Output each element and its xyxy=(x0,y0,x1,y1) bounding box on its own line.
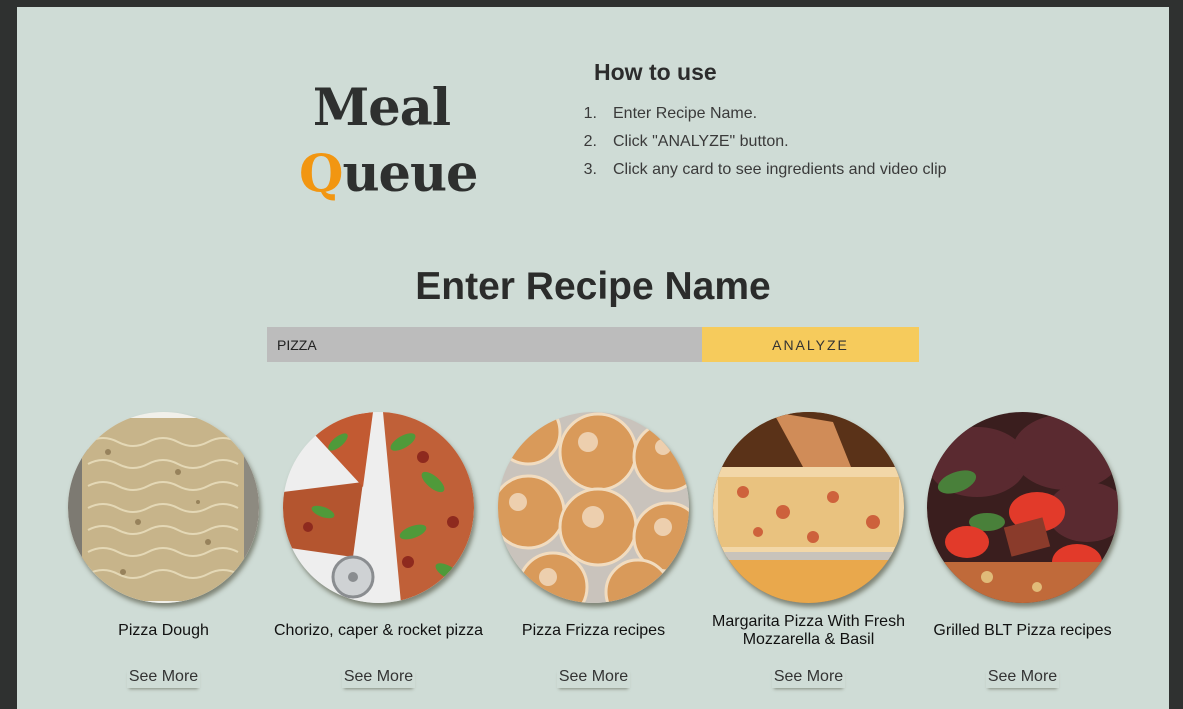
see-more-label[interactable]: See More xyxy=(986,668,1059,688)
recipe-card[interactable]: Pizza Frizza recipes See More xyxy=(486,412,701,685)
logo-line2: Queue xyxy=(299,141,479,207)
recipe-name-input[interactable] xyxy=(267,327,702,362)
recipe-image[interactable] xyxy=(283,412,474,603)
recipe-title: Pizza Dough xyxy=(118,622,209,639)
recipe-card[interactable]: Margarita Pizza With Fresh Mozzarella & … xyxy=(701,412,916,685)
step-text: Click "ANALYZE" button. xyxy=(613,133,789,150)
how-to-use: How to use 1. Enter Recipe Name. 2. Click … xyxy=(573,59,947,184)
see-more-link[interactable]: See More xyxy=(486,668,701,688)
how-to-step: 2. Click "ANALYZE" button. xyxy=(573,128,947,156)
see-more-link[interactable]: See More xyxy=(271,668,486,688)
see-more-label[interactable]: See More xyxy=(342,668,415,688)
recipe-image[interactable] xyxy=(713,412,904,603)
recipe-card[interactable]: Grilled BLT Pizza recipes See More xyxy=(915,412,1130,685)
logo: Meal Queue xyxy=(299,75,479,207)
recipe-title: Pizza Frizza recipes xyxy=(521,622,666,639)
step-text: Enter Recipe Name. xyxy=(613,105,758,122)
recipe-card[interactable]: Pizza Dough See More xyxy=(56,412,271,685)
recipe-card[interactable]: Chorizo, caper & rocket pizza See More xyxy=(271,412,486,685)
recipe-title: Chorizo, caper & rocket pizza xyxy=(274,622,483,639)
logo-q-letter: Q xyxy=(299,144,343,204)
page: Meal Queue How to use 1. Enter Recipe Nam… xyxy=(17,7,1169,709)
logo-line2-rest: ueue xyxy=(342,144,478,204)
search-title: Enter Recipe Name xyxy=(415,265,771,308)
how-to-step: 3. Click any card to see ingredients and … xyxy=(573,156,947,184)
analyze-button[interactable]: ANALYZE xyxy=(702,327,919,362)
step-text: Click any card to see ingredients and vi… xyxy=(613,161,947,178)
recipe-image[interactable] xyxy=(498,412,689,603)
see-more-link[interactable]: See More xyxy=(701,668,916,688)
see-more-link[interactable]: See More xyxy=(915,668,1130,688)
how-to-step: 1. Enter Recipe Name. xyxy=(573,100,947,128)
see-more-label[interactable]: See More xyxy=(127,668,200,688)
see-more-label[interactable]: See More xyxy=(772,668,845,688)
see-more-link[interactable]: See More xyxy=(56,668,271,688)
recipe-title: Margarita Pizza With Fresh Mozzarella & … xyxy=(712,613,905,648)
recipe-image[interactable] xyxy=(68,412,259,603)
recipe-title: Grilled BLT Pizza recipes xyxy=(933,622,1112,639)
how-to-steps: 1. Enter Recipe Name. 2. Click "ANALYZE" b… xyxy=(573,100,947,184)
step-number: 3. xyxy=(583,161,597,178)
step-number: 2. xyxy=(583,133,597,150)
step-number: 1. xyxy=(583,105,597,122)
see-more-label[interactable]: See More xyxy=(557,668,630,688)
recipe-image[interactable] xyxy=(927,412,1118,603)
logo-line1: Meal xyxy=(312,78,451,138)
how-to-title: How to use xyxy=(594,59,717,85)
